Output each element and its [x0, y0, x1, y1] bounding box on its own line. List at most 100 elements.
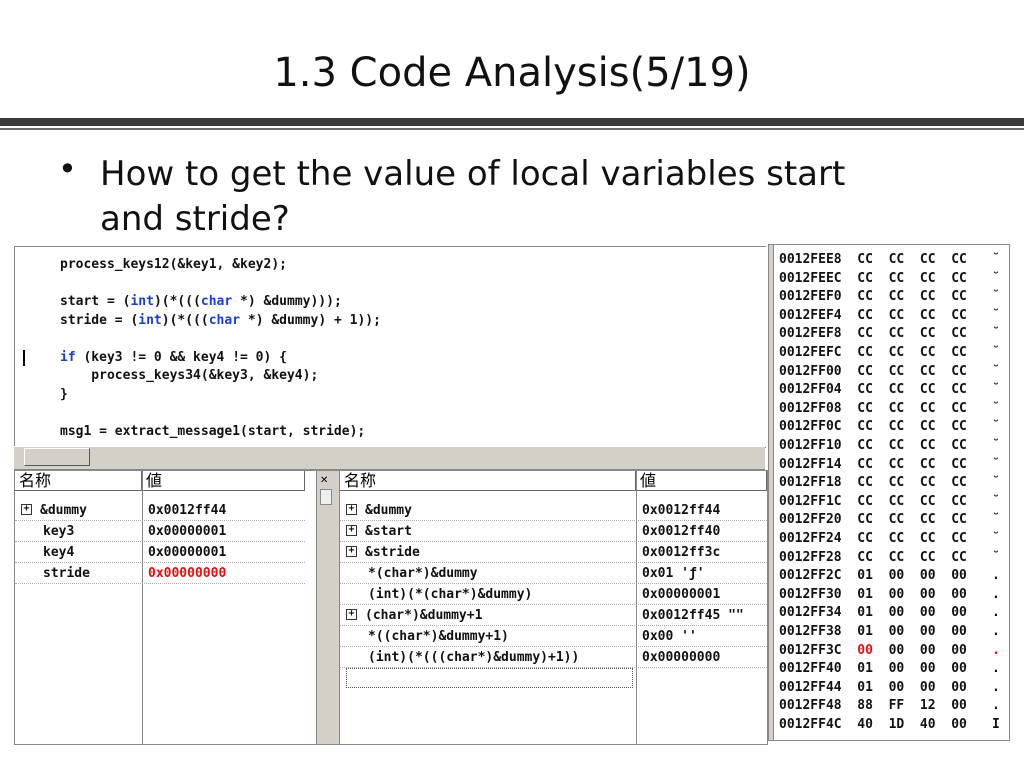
memory-byte: CC: [951, 475, 967, 491]
code-line: stride = (int)(*(((char *) &dummy) + 1))…: [60, 312, 381, 328]
memory-row: 0012FF2C 01 00 00 00: [779, 567, 967, 586]
memory-byte: 00: [951, 568, 967, 584]
memory-byte: CC: [951, 493, 967, 509]
memory-row: 0012FF44 01 00 00 00: [779, 679, 967, 698]
memory-byte: 00: [951, 642, 967, 658]
memory-byte: CC: [857, 345, 889, 360]
memory-byte: CC: [919, 345, 952, 360]
code-line: msg1 = extract_message1(start, stride);: [60, 423, 366, 439]
memory-byte: 88: [857, 698, 889, 714]
memory-byte: 40: [857, 717, 889, 732]
memory-byte: CC: [857, 270, 889, 286]
memory-byte: CC: [857, 307, 889, 323]
memory-row: 0012FF0C CC CC CC CC: [779, 418, 967, 437]
editor-horizontal-scrollbar[interactable]: [14, 446, 765, 470]
watch-row-value: 0x0012ff44: [642, 503, 721, 518]
locals-row[interactable]: + &dummy 0x0012ff44: [15, 500, 305, 521]
close-icon[interactable]: ✕: [320, 475, 328, 486]
memory-address: 0012FF04: [779, 382, 858, 398]
memory-address: 0012FF28: [779, 549, 858, 565]
watch-row[interactable]: *(char*)&dummy 0x01 'ƒ': [340, 563, 767, 584]
watch-new-entry[interactable]: [346, 668, 633, 688]
memory-address: 0012FEF4: [779, 307, 858, 323]
memory-byte: CC: [951, 512, 967, 528]
memory-row: 0012FF3C 00 00 00 00: [779, 642, 967, 661]
locals-row-value: 0x0012ff44: [148, 503, 227, 518]
locals-row[interactable]: key4 0x00000001: [15, 542, 305, 563]
watch-row-name: (int)(*(char*)&dummy): [368, 587, 533, 602]
expand-icon[interactable]: +: [21, 504, 32, 515]
watch-header-value[interactable]: 値: [636, 471, 767, 491]
memory-byte: CC: [919, 419, 952, 435]
locals-row-name: key4: [43, 545, 75, 560]
memory-row: 0012FEFC CC CC CC CC: [779, 344, 967, 363]
expand-icon[interactable]: +: [346, 525, 357, 536]
code-editor[interactable]: process_keys12(&key1, &key2); start = (in…: [14, 246, 766, 448]
panel-splitter[interactable]: ✕: [316, 470, 340, 745]
memory-byte: 00: [919, 586, 952, 602]
watch-row[interactable]: + &dummy 0x0012ff44: [340, 500, 767, 521]
watch-row[interactable]: (int)(*(((char*)&dummy)+1)) 0x00000000: [340, 647, 767, 668]
memory-row: 0012FF00 CC CC CC CC: [779, 363, 967, 382]
watch-row-value: 0x00000001: [642, 587, 721, 602]
watch-row[interactable]: *((char*)&dummy+1) 0x00 '': [340, 626, 767, 647]
memory-byte: 00: [888, 624, 920, 639]
memory-byte: CC: [888, 549, 920, 565]
memory-byte: CC: [919, 549, 952, 565]
memory-row: 0012FF30 01 00 00 00: [779, 586, 967, 605]
watch-row[interactable]: (int)(*(char*)&dummy) 0x00000001: [340, 584, 767, 605]
memory-byte: CC: [888, 419, 920, 435]
memory-byte: 01: [857, 605, 889, 621]
locals-row-name: key3: [43, 524, 75, 539]
memory-address: 0012FF18: [779, 475, 858, 491]
expand-icon[interactable]: +: [346, 609, 357, 620]
memory-address: 0012FF4C: [779, 717, 858, 732]
expand-icon[interactable]: +: [346, 546, 357, 557]
expand-icon[interactable]: +: [346, 504, 357, 515]
memory-byte: CC: [919, 270, 952, 286]
memory-address: 0012FF3C: [779, 642, 858, 658]
memory-address: 0012FEEC: [779, 270, 858, 286]
locals-row-value: 0x00000001: [148, 524, 227, 539]
memory-byte: 12: [919, 698, 952, 714]
locals-header-name[interactable]: 名称: [15, 471, 142, 491]
slide-title: 1.3 Code Analysis(5/19): [273, 50, 751, 96]
memory-address: 0012FF34: [779, 605, 858, 621]
locals-row[interactable]: key3 0x00000001: [15, 521, 305, 542]
locals-header-value[interactable]: 値: [142, 471, 305, 491]
memory-byte: CC: [951, 400, 967, 416]
memory-row: 0012FF4C 40 1D 40 00: [779, 716, 967, 735]
locals-row-value: 0x00000001: [148, 545, 227, 560]
memory-row: 0012FF38 01 00 00 00: [779, 623, 967, 642]
watch-row-name: + &start: [346, 521, 634, 542]
memory-byte: 00: [888, 586, 920, 602]
memory-byte: 40: [919, 717, 952, 732]
memory-ascii: I: [992, 717, 1000, 732]
memory-ascii: .: [992, 568, 1000, 584]
memory-ascii: .: [992, 698, 1000, 714]
memory-byte: 01: [857, 624, 889, 639]
watch-header-name[interactable]: 名称: [340, 471, 636, 491]
scrollbar-thumb[interactable]: [24, 448, 90, 466]
memory-byte: CC: [919, 475, 952, 491]
memory-byte: CC: [951, 289, 967, 305]
memory-panel[interactable]: 0012FEE8 CC CC CC CC̆0012FEEC CC CC CC C…: [768, 244, 1010, 741]
memory-byte: CC: [919, 363, 952, 379]
memory-byte: 00: [951, 661, 967, 677]
pin-icon[interactable]: [320, 489, 332, 505]
watch-row[interactable]: + &stride 0x0012ff3c: [340, 542, 767, 563]
memory-address: 0012FEE8: [779, 252, 858, 267]
watch-row[interactable]: + &start 0x0012ff40: [340, 521, 767, 542]
memory-address: 0012FF30: [779, 586, 858, 602]
memory-address: 0012FF20: [779, 512, 858, 528]
memory-byte: CC: [919, 438, 952, 453]
memory-byte: 00: [857, 642, 889, 658]
memory-byte: 00: [951, 605, 967, 621]
memory-byte: 01: [857, 661, 889, 677]
watch-row[interactable]: + (char*)&dummy+1 0x0012ff45 "": [340, 605, 767, 626]
locals-row[interactable]: stride 0x00000000: [15, 563, 305, 584]
memory-byte: CC: [888, 456, 920, 472]
memory-byte: CC: [857, 326, 889, 342]
memory-row: 0012FEEC CC CC CC CC: [779, 270, 967, 289]
memory-ascii: .: [992, 679, 1000, 695]
